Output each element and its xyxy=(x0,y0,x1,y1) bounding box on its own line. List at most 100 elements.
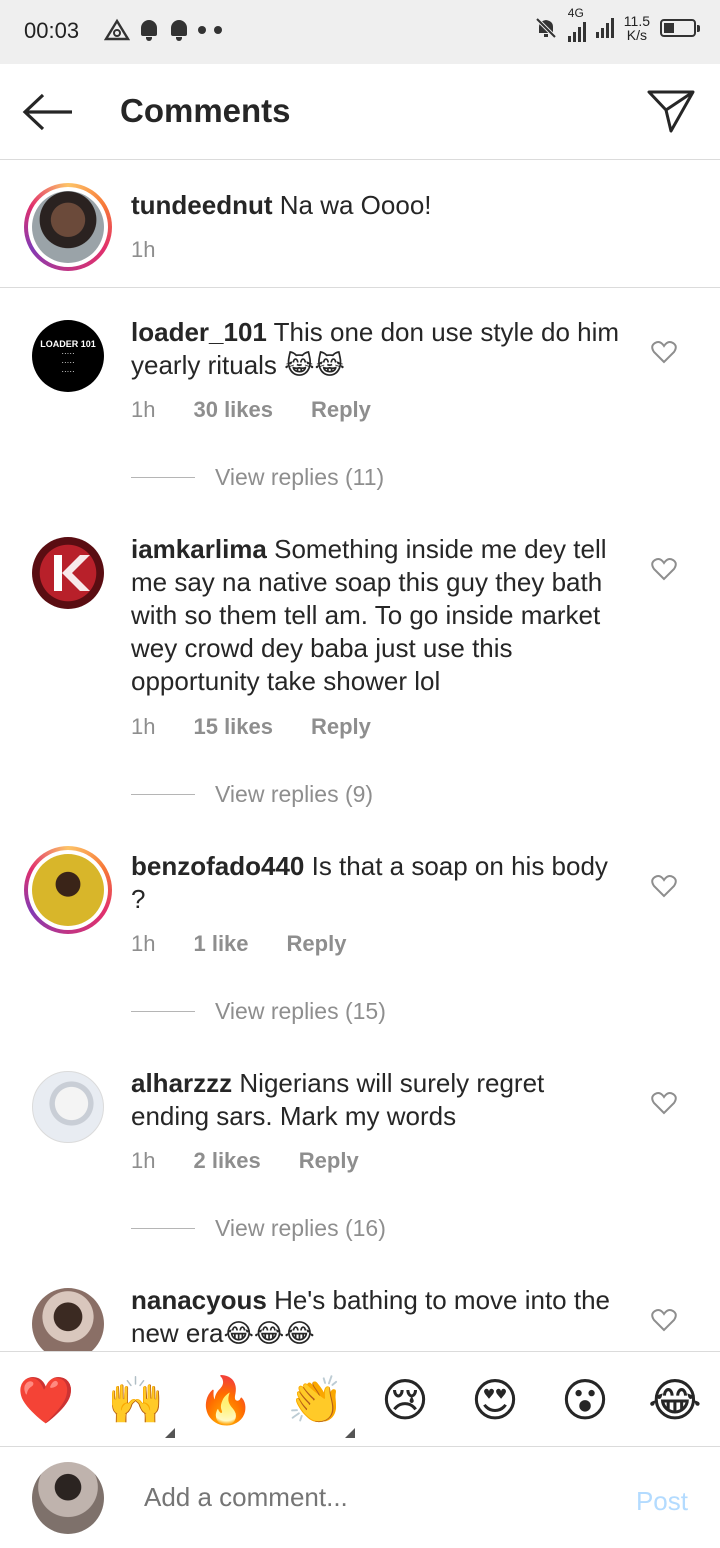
heart-emoji-button[interactable]: ❤️ xyxy=(17,1374,74,1426)
comment-input[interactable] xyxy=(144,1482,584,1513)
heart-icon[interactable] xyxy=(651,340,677,364)
variant-indicator xyxy=(345,1428,355,1438)
likes-count[interactable]: 2 likes xyxy=(193,1148,260,1173)
likes-count[interactable]: 1 like xyxy=(193,931,248,956)
crying-emoji-button[interactable]: 😢 xyxy=(377,1374,433,1426)
divider xyxy=(131,794,195,795)
comment-meta: 1h 1 like Reply xyxy=(131,931,384,957)
view-replies-label[interactable]: View replies (16) xyxy=(215,1215,386,1242)
comment-text: iamkarlima Something inside me dey tell … xyxy=(131,533,621,698)
bell-icon xyxy=(138,18,160,42)
avatar xyxy=(32,191,104,263)
back-arrow-icon[interactable] xyxy=(22,92,74,132)
likes-count[interactable]: 15 likes xyxy=(193,714,273,739)
raising-hands-emoji: 🙌 xyxy=(107,1374,165,1426)
likes-count[interactable]: 30 likes xyxy=(193,397,273,422)
clapping-emoji-button[interactable]: 👏 xyxy=(287,1374,355,1438)
heart-icon[interactable] xyxy=(651,1091,677,1115)
current-user-avatar xyxy=(32,1462,104,1534)
system-icons: 4G 11.5 K/s xyxy=(534,6,700,42)
avatar-story-ring[interactable] xyxy=(24,846,112,934)
fire-emoji-button[interactable]: 🔥 xyxy=(197,1374,254,1426)
notification-icons xyxy=(104,18,222,42)
comment-meta: 1h 2 likes Reply xyxy=(131,1148,397,1174)
comment-username[interactable]: benzofado440 xyxy=(131,851,304,881)
k-logo-icon xyxy=(54,555,90,591)
view-replies[interactable]: View replies (11) xyxy=(131,464,384,491)
heart-icon[interactable] xyxy=(651,874,677,898)
view-replies-label[interactable]: View replies (15) xyxy=(215,998,386,1025)
network-type: 4G xyxy=(567,6,584,20)
reply-button[interactable]: Reply xyxy=(299,1148,359,1173)
dot-icon xyxy=(198,26,206,34)
reply-button[interactable]: Reply xyxy=(287,931,347,956)
comment-username[interactable]: nanacyous xyxy=(131,1285,267,1315)
view-replies[interactable]: View replies (15) xyxy=(131,998,386,1025)
comment-text: nanacyous He's bathing to move into the … xyxy=(131,1284,621,1350)
dot-icon xyxy=(214,26,222,34)
view-replies-label[interactable]: View replies (9) xyxy=(215,781,373,808)
clapping-emoji: 👏 xyxy=(287,1374,345,1426)
avatar xyxy=(32,854,104,926)
caption-time: 1h xyxy=(131,237,156,262)
network-speed: 11.5 K/s xyxy=(624,14,650,42)
laughing-emoji-button[interactable]: 😂 xyxy=(647,1374,703,1426)
comment-time: 1h xyxy=(131,931,156,956)
comment-item: benzofado440 Is that a soap on his body … xyxy=(0,822,720,1039)
caption-username[interactable]: tundeednut xyxy=(131,190,273,220)
app-header: Comments xyxy=(0,64,720,160)
caption-body: Na wa Oooo! xyxy=(279,190,432,220)
divider xyxy=(131,1011,195,1012)
comment-meta: 1h 15 likes Reply xyxy=(131,714,409,740)
comment-item: alharzzz Nigerians will surely regret en… xyxy=(0,1039,720,1256)
speed-value: 11.5 xyxy=(623,13,650,29)
comment-item: iamkarlima Something inside me dey tell … xyxy=(0,505,720,822)
signal-icon xyxy=(595,18,614,38)
comment-username[interactable]: loader_101 xyxy=(131,317,267,347)
heart-icon[interactable] xyxy=(651,557,677,581)
post-caption: tundeednut Na wa Oooo! 1h xyxy=(0,161,720,288)
battery-icon xyxy=(660,19,700,37)
reply-button[interactable]: Reply xyxy=(311,714,371,739)
comment-meta: 1h 30 likes Reply xyxy=(131,397,409,423)
page-title: Comments xyxy=(120,92,291,129)
avatar[interactable] xyxy=(32,1288,104,1351)
direct-message-icon[interactable] xyxy=(646,88,696,134)
signal-icon xyxy=(567,22,586,42)
muted-bell-icon xyxy=(535,17,557,39)
comment-username[interactable]: iamkarlima xyxy=(131,534,267,564)
speed-unit: K/s xyxy=(626,27,647,43)
status-time: 00:03 xyxy=(24,18,80,43)
post-button[interactable]: Post xyxy=(636,1486,688,1517)
emoji-reaction-bar: ❤️ 🙌 🔥 👏 😢 😍 😮 😂 xyxy=(0,1351,720,1447)
comment-item: LOADER 101 ····· ····· ····· loader_101 Th… xyxy=(0,288,720,505)
bell-icon xyxy=(168,18,190,42)
surprised-emoji-button[interactable]: 😮 xyxy=(557,1374,613,1426)
view-replies[interactable]: View replies (16) xyxy=(131,1215,386,1242)
comment-text: loader_101 This one don use style do him… xyxy=(131,316,621,382)
avatar[interactable] xyxy=(32,537,104,609)
view-replies[interactable]: View replies (9) xyxy=(131,781,373,808)
avatar[interactable]: LOADER 101 ····· ····· ····· xyxy=(32,320,104,392)
reply-button[interactable]: Reply xyxy=(311,397,371,422)
divider xyxy=(131,477,195,478)
comment-composer: Post xyxy=(0,1448,720,1548)
view-replies-label[interactable]: View replies (11) xyxy=(215,464,384,491)
comments-list[interactable]: tundeednut Na wa Oooo! 1h LOADER 101 ···… xyxy=(0,161,720,1351)
caption-text: tundeednut Na wa Oooo! xyxy=(131,189,621,222)
comment-text: benzofado440 Is that a soap on his body … xyxy=(131,850,621,916)
comment-username[interactable]: alharzzz xyxy=(131,1068,232,1098)
comment-time: 1h xyxy=(131,1148,156,1173)
status-bar: 00:03 4G 11.5 K/s xyxy=(0,0,720,64)
comment-time: 1h xyxy=(131,714,156,739)
avatar-story-ring[interactable] xyxy=(24,183,112,271)
variant-indicator xyxy=(165,1428,175,1438)
divider xyxy=(131,1228,195,1229)
comment-item: nanacyous He's bathing to move into the … xyxy=(0,1256,720,1351)
triangle-app-icon xyxy=(104,18,130,41)
raising-hands-emoji-button[interactable]: 🙌 xyxy=(107,1374,175,1438)
heart-icon[interactable] xyxy=(651,1308,677,1332)
caption-meta: 1h xyxy=(131,237,193,263)
heart-eyes-emoji-button[interactable]: 😍 xyxy=(467,1374,523,1426)
avatar[interactable] xyxy=(32,1071,104,1143)
